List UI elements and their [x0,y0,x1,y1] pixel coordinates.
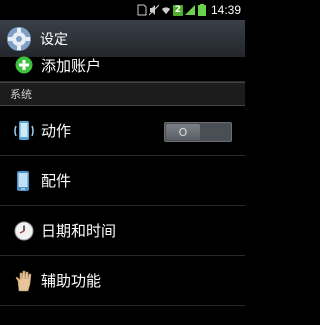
clock-icon [13,220,35,242]
sim-icon [137,4,147,16]
motion-toggle[interactable]: O [164,122,232,142]
list-item-motion[interactable]: 动作 O [0,106,245,156]
list-item-date-time[interactable]: 日期和时间 [0,206,245,256]
status-icons: 2 [137,4,207,16]
accessibility-label: 辅助功能 [41,272,102,290]
page-title: 设定 [40,31,68,48]
add-icon [13,54,35,76]
section-header-label: 系统 [10,88,32,101]
mute-icon [148,4,159,16]
motion-phone-icon [13,120,35,142]
action-bar: 设定 [0,20,245,58]
battery-icon [197,4,206,16]
status-bar: 2 14:39 [0,0,245,20]
status-time: 14:39 [210,3,241,17]
add-account-label: 添加账户 [41,57,102,75]
notification-badge: 2 [172,4,183,16]
accessory-phone-icon [13,170,35,192]
list-item-accessory[interactable]: 配件 [0,156,245,206]
wifi-icon [161,7,170,15]
list-item-accessibility[interactable]: 辅助功能 [0,256,245,306]
signal-icon [184,5,195,15]
list-item-add-account[interactable]: 添加账户 [0,56,245,82]
hand-icon [13,270,35,292]
toggle-knob-label: O [178,125,188,139]
section-header-system: 系统 [0,82,245,106]
accessory-label: 配件 [41,172,72,190]
settings-gear-icon[interactable] [6,26,32,52]
toggle-knob: O [166,124,200,140]
settings-list: 添加账户 系统 动作 O 配件 日期和时间 辅助功能 [0,56,245,306]
date-time-label: 日期和时间 [41,222,117,240]
motion-label: 动作 [41,122,72,140]
